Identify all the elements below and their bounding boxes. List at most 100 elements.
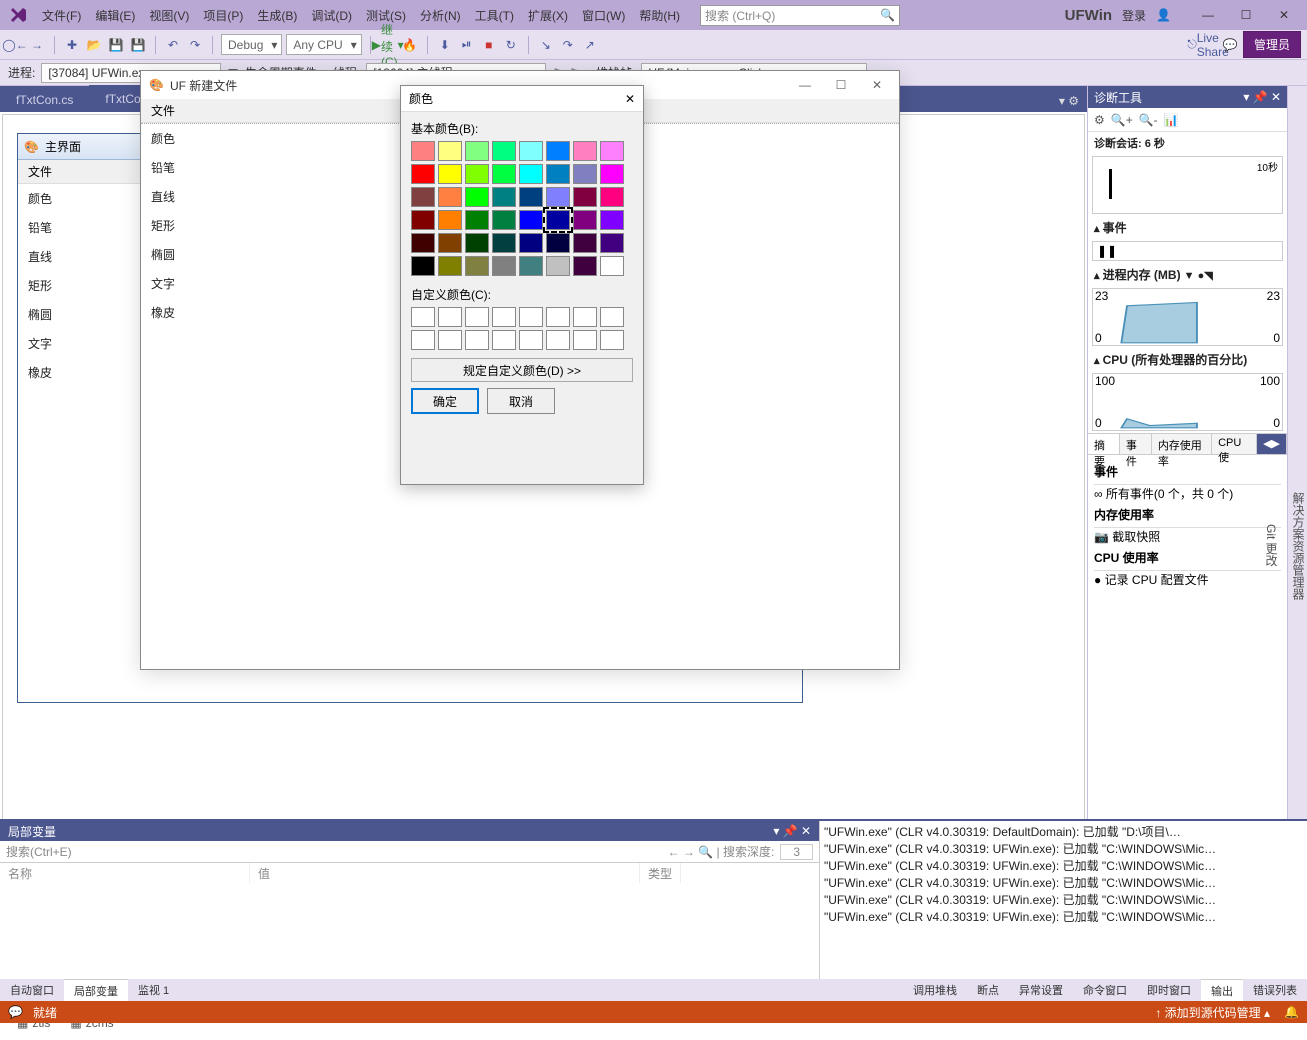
- newfile-min-icon[interactable]: —: [791, 78, 819, 92]
- open-icon[interactable]: 📂: [85, 36, 103, 54]
- continue-button[interactable]: ▶ 继续(C) ▾: [379, 36, 397, 54]
- color-swatch[interactable]: [546, 233, 570, 253]
- menu-extensions[interactable]: 扩展(X): [522, 3, 574, 28]
- sidetab-solution[interactable]: 解决方案资源管理器: [1290, 492, 1307, 600]
- diag-tab-mem[interactable]: 内存使用率: [1152, 434, 1212, 454]
- feedback-icon[interactable]: 💬: [1221, 36, 1239, 54]
- tool-text[interactable]: 文字: [18, 329, 74, 358]
- newfile-menu-file[interactable]: 文件: [141, 98, 185, 123]
- color-swatch[interactable]: [492, 187, 516, 207]
- color-swatch[interactable]: [492, 210, 516, 230]
- user-icon[interactable]: 👤: [1156, 8, 1171, 22]
- color-cancel-button[interactable]: 取消: [487, 388, 555, 414]
- custom-swatch[interactable]: [492, 330, 516, 350]
- save-icon[interactable]: 💾: [107, 36, 125, 54]
- color-swatch[interactable]: [546, 141, 570, 161]
- nf-tool-line[interactable]: 直线: [141, 182, 197, 211]
- btab-command[interactable]: 命令窗口: [1073, 979, 1137, 1002]
- nf-tool-text[interactable]: 文字: [141, 269, 197, 298]
- nf-tool-eraser[interactable]: 橡皮: [141, 298, 197, 327]
- menu-analyze[interactable]: 分析(N): [414, 3, 467, 28]
- menu-file[interactable]: 文件(F): [36, 3, 87, 28]
- close-button[interactable]: ✕: [1267, 4, 1301, 26]
- menu-help[interactable]: 帮助(H): [633, 3, 686, 28]
- color-swatch[interactable]: [438, 210, 462, 230]
- custom-swatch[interactable]: [438, 330, 462, 350]
- step-into-icon[interactable]: ↘: [537, 36, 555, 54]
- color-swatch[interactable]: [573, 187, 597, 207]
- color-swatch[interactable]: [600, 187, 624, 207]
- color-swatch[interactable]: [492, 256, 516, 276]
- color-swatch[interactable]: [546, 187, 570, 207]
- color-swatch[interactable]: [519, 256, 543, 276]
- tool-pencil[interactable]: 铅笔: [18, 213, 74, 242]
- color-swatch[interactable]: [573, 210, 597, 230]
- newfile-close-icon[interactable]: ✕: [863, 78, 891, 92]
- color-swatch[interactable]: [600, 256, 624, 276]
- color-swatch[interactable]: [600, 164, 624, 184]
- newfile-max-icon[interactable]: ☐: [827, 78, 855, 92]
- back-icon[interactable]: ◯←: [6, 36, 24, 54]
- custom-swatch[interactable]: [411, 330, 435, 350]
- color-dialog-close-icon[interactable]: ✕: [625, 92, 635, 106]
- output-panel[interactable]: "UFWin.exe" (CLR v4.0.30319: DefaultDoma…: [820, 821, 1307, 1001]
- color-swatch[interactable]: [573, 141, 597, 161]
- tool-rect[interactable]: 矩形: [18, 271, 74, 300]
- color-swatch[interactable]: [600, 141, 624, 161]
- diag-snapshot[interactable]: 📷 截取快照: [1094, 528, 1281, 545]
- maximize-button[interactable]: ☐: [1229, 4, 1263, 26]
- custom-swatch[interactable]: [492, 307, 516, 327]
- nf-tool-rect[interactable]: 矩形: [141, 211, 197, 240]
- nf-tool-pencil[interactable]: 铅笔: [141, 153, 197, 182]
- panel-controls[interactable]: ▾ 📌 ✕: [1243, 90, 1281, 104]
- menu-tools[interactable]: 工具(T): [469, 3, 520, 28]
- color-dialog[interactable]: 颜色✕ 基本颜色(B): 自定义颜色(C): 规定自定义颜色(D) >> 确定 …: [400, 85, 644, 485]
- form-menu-file[interactable]: 文件: [18, 159, 62, 184]
- sidetab-git[interactable]: Git 更改: [1263, 524, 1280, 567]
- color-swatch[interactable]: [519, 164, 543, 184]
- color-swatch[interactable]: [465, 141, 489, 161]
- config-combo[interactable]: Debug: [221, 34, 282, 55]
- tool-ellipse[interactable]: 椭圆: [18, 300, 74, 329]
- custom-swatch[interactable]: [600, 330, 624, 350]
- menu-debug[interactable]: 调试(D): [305, 3, 358, 28]
- step-icon[interactable]: ⬇: [436, 36, 454, 54]
- tool-eraser[interactable]: 橡皮: [18, 358, 74, 387]
- col-type[interactable]: 类型: [640, 863, 681, 883]
- color-swatch[interactable]: [411, 164, 435, 184]
- locals-search[interactable]: 搜索(Ctrl+E): [6, 843, 72, 860]
- color-swatch[interactable]: [411, 233, 435, 253]
- custom-swatch[interactable]: [465, 330, 489, 350]
- diag-zoomin-icon[interactable]: 🔍+: [1111, 113, 1133, 127]
- define-custom-button[interactable]: 规定自定义颜色(D) >>: [411, 358, 633, 382]
- custom-swatch[interactable]: [519, 330, 543, 350]
- depth-combo[interactable]: 3: [780, 844, 813, 860]
- locals-controls[interactable]: ▾ 📌 ✕: [773, 824, 811, 838]
- menu-window[interactable]: 窗口(W): [576, 3, 631, 28]
- hot-reload-icon[interactable]: 🔥: [401, 36, 419, 54]
- color-swatch[interactable]: [465, 256, 489, 276]
- color-swatch[interactable]: [465, 164, 489, 184]
- btab-locals[interactable]: 局部变量: [64, 979, 128, 1002]
- tab-overflow-icon[interactable]: ▾ ⚙: [1051, 90, 1087, 112]
- btab-output[interactable]: 输出: [1201, 979, 1243, 1002]
- custom-swatch[interactable]: [546, 307, 570, 327]
- color-swatch[interactable]: [573, 233, 597, 253]
- color-swatch[interactable]: [600, 233, 624, 253]
- diag-chart-icon[interactable]: 📊: [1164, 113, 1179, 127]
- diag-zoomout-icon[interactable]: 🔍-: [1139, 113, 1158, 127]
- search-box[interactable]: 搜索 (Ctrl+Q)🔍: [700, 5, 900, 26]
- color-swatch[interactable]: [600, 210, 624, 230]
- new-icon[interactable]: ✚: [63, 36, 81, 54]
- btab-breakpoints[interactable]: 断点: [967, 979, 1009, 1002]
- redo-icon[interactable]: ↷: [186, 36, 204, 54]
- btab-watch[interactable]: 监视 1: [128, 979, 179, 1002]
- tool-line[interactable]: 直线: [18, 242, 74, 271]
- color-swatch[interactable]: [411, 187, 435, 207]
- btab-autos[interactable]: 自动窗口: [0, 979, 64, 1002]
- color-swatch[interactable]: [438, 256, 462, 276]
- col-value[interactable]: 值: [250, 863, 640, 883]
- menu-edit[interactable]: 编辑(E): [89, 3, 141, 28]
- color-swatch[interactable]: [519, 141, 543, 161]
- color-swatch[interactable]: [492, 164, 516, 184]
